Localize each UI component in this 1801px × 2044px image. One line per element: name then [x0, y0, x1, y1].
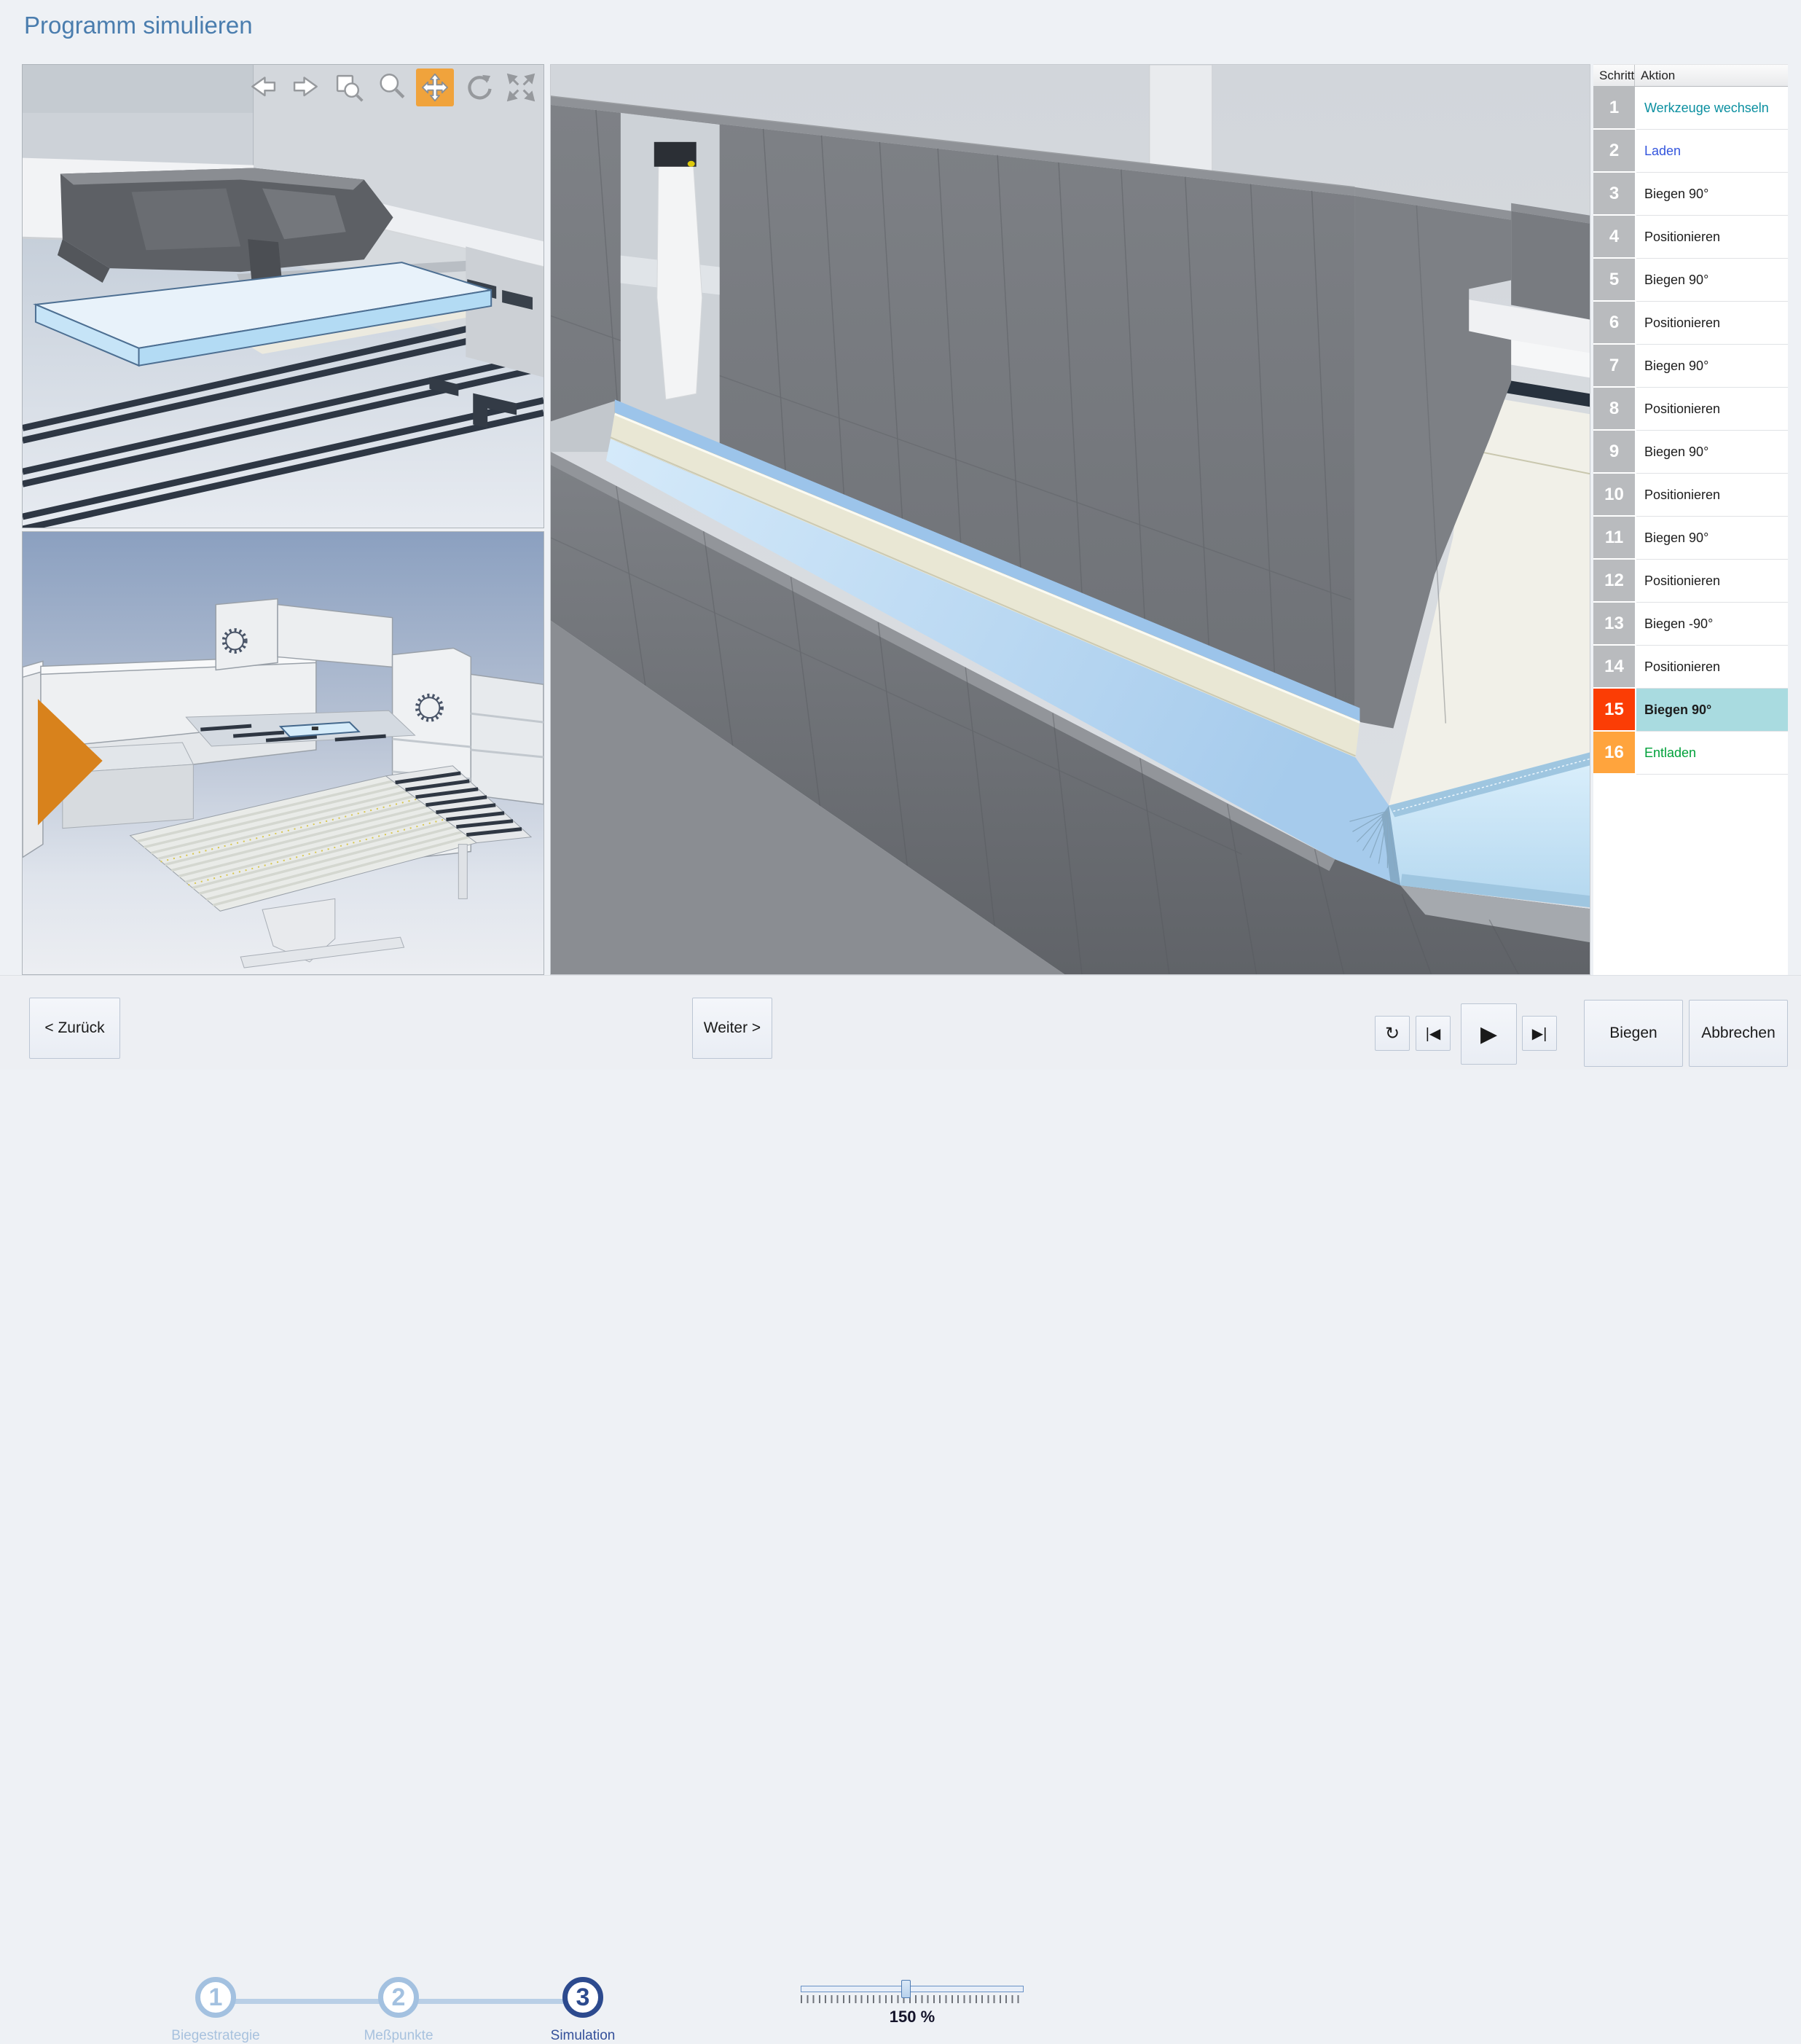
steps-rows: 1 Werkzeuge wechseln 2 Laden 3 Biegen 90… — [1593, 87, 1788, 775]
skip-to-end-button[interactable]: ▶| — [1522, 1016, 1557, 1051]
step-row[interactable]: 12 Positionieren — [1593, 560, 1788, 603]
step-row[interactable]: 14 Positionieren — [1593, 646, 1788, 689]
step-row[interactable]: 1 Werkzeuge wechseln — [1593, 87, 1788, 130]
wizard-step-1[interactable]: 1 — [195, 1977, 236, 2018]
step-number: 12 — [1593, 560, 1635, 603]
step-number: 8 — [1593, 388, 1635, 431]
column-header-step: Schritt — [1593, 65, 1635, 86]
step-row[interactable]: 4 Positionieren — [1593, 216, 1788, 259]
step-number: 3 — [1593, 173, 1635, 216]
wizard-label-3: Simulation — [503, 2028, 663, 2044]
wizard-step-3[interactable]: 3 — [562, 1977, 603, 2018]
zoom-window-icon[interactable] — [330, 68, 368, 106]
speed-slider-track[interactable] — [801, 1986, 1024, 1992]
step-number: 6 — [1593, 302, 1635, 345]
zoom-icon[interactable] — [373, 68, 411, 106]
step-action-label: Biegen 90° — [1636, 431, 1788, 474]
step-row[interactable]: 3 Biegen 90° — [1593, 173, 1788, 216]
main-scene — [551, 65, 1590, 974]
step-number: 13 — [1593, 603, 1635, 646]
step-number: 15 — [1593, 689, 1635, 732]
step-row[interactable]: 8 Positionieren — [1593, 388, 1788, 431]
viewport-main-3d[interactable] — [550, 64, 1590, 975]
forward-arrow-icon[interactable] — [287, 68, 325, 106]
step-action-label: Positionieren — [1636, 474, 1788, 517]
viewport-toolbar — [244, 68, 540, 106]
speed-slider: 150 % — [801, 1986, 1024, 2027]
reset-simulation-button[interactable]: ↻ — [1375, 1016, 1410, 1051]
step-action-label: Positionieren — [1636, 216, 1788, 259]
slider-ticks — [801, 1995, 1024, 2003]
step-row[interactable]: 5 Biegen 90° — [1593, 259, 1788, 302]
step-action-label: Positionieren — [1636, 560, 1788, 603]
step-action-label: Biegen 90° — [1636, 259, 1788, 302]
back-arrow-icon[interactable] — [244, 68, 282, 106]
page-title: Programm simulieren — [24, 12, 253, 39]
steps-panel: Schritt Aktion 1 Werkzeuge wechseln 2 La… — [1593, 64, 1788, 975]
step-row[interactable]: 11 Biegen 90° — [1593, 517, 1788, 560]
speed-value: 150 % — [801, 2008, 1024, 2027]
overview-scene — [23, 532, 544, 974]
step-action-label: Entladen — [1636, 732, 1788, 775]
step-action-label: Biegen -90° — [1636, 603, 1788, 646]
back-button[interactable]: < Zurück — [29, 998, 120, 1059]
wizard-label-2: Meßpunkte — [318, 2028, 479, 2044]
step-action-label: Biegen 90° — [1636, 345, 1788, 388]
step-number: 7 — [1593, 345, 1635, 388]
step-action-label: Biegen 90° — [1636, 517, 1788, 560]
step-row[interactable]: 9 Biegen 90° — [1593, 431, 1788, 474]
step-row[interactable]: 7 Biegen 90° — [1593, 345, 1788, 388]
expand-view-icon[interactable] — [502, 68, 540, 106]
step-row[interactable]: 15 Biegen 90° — [1593, 689, 1788, 732]
play-button[interactable]: ▶ — [1461, 1003, 1517, 1065]
speed-slider-handle[interactable] — [901, 1980, 911, 1998]
step-action-label: Biegen 90° — [1636, 173, 1788, 216]
step-number: 16 — [1593, 732, 1635, 775]
step-number: 1 — [1593, 87, 1635, 130]
step-number: 5 — [1593, 259, 1635, 302]
step-number: 2 — [1593, 130, 1635, 173]
skip-to-start-button[interactable]: |◀ — [1416, 1016, 1451, 1051]
step-number: 10 — [1593, 474, 1635, 517]
step-action-label: Biegen 90° — [1636, 689, 1788, 732]
pan-icon[interactable] — [416, 68, 454, 106]
step-row[interactable]: 13 Biegen -90° — [1593, 603, 1788, 646]
wizard-step-2[interactable]: 2 — [378, 1977, 419, 2018]
viewport-overview-3d[interactable] — [22, 531, 544, 975]
step-action-label: Positionieren — [1636, 646, 1788, 689]
step-action-label: Werkzeuge wechseln — [1636, 87, 1788, 130]
bottom-bar: < Zurück 1 2 3 Biegestrategie Meßpunkte … — [0, 975, 1801, 1070]
step-number: 4 — [1593, 216, 1635, 259]
rotate-view-icon[interactable] — [459, 68, 497, 106]
column-header-action: Aktion — [1635, 65, 1788, 86]
step-row[interactable]: 16 Entladen — [1593, 732, 1788, 775]
step-action-label: Laden — [1636, 130, 1788, 173]
step-action-label: Positionieren — [1636, 388, 1788, 431]
wizard-label-1: Biegestrategie — [136, 2028, 296, 2044]
step-number: 9 — [1593, 431, 1635, 474]
step-action-label: Positionieren — [1636, 302, 1788, 345]
next-button[interactable]: Weiter > — [692, 998, 772, 1059]
bend-button[interactable]: Biegen — [1584, 1000, 1683, 1067]
step-number: 14 — [1593, 646, 1635, 689]
step-row[interactable]: 2 Laden — [1593, 130, 1788, 173]
cancel-button[interactable]: Abbrechen — [1689, 1000, 1788, 1067]
viewport-detail-3d[interactable] — [22, 64, 544, 528]
step-row[interactable]: 10 Positionieren — [1593, 474, 1788, 517]
steps-header: Schritt Aktion — [1593, 64, 1788, 87]
step-row[interactable]: 6 Positionieren — [1593, 302, 1788, 345]
detail-scene — [23, 65, 544, 528]
step-number: 11 — [1593, 517, 1635, 560]
